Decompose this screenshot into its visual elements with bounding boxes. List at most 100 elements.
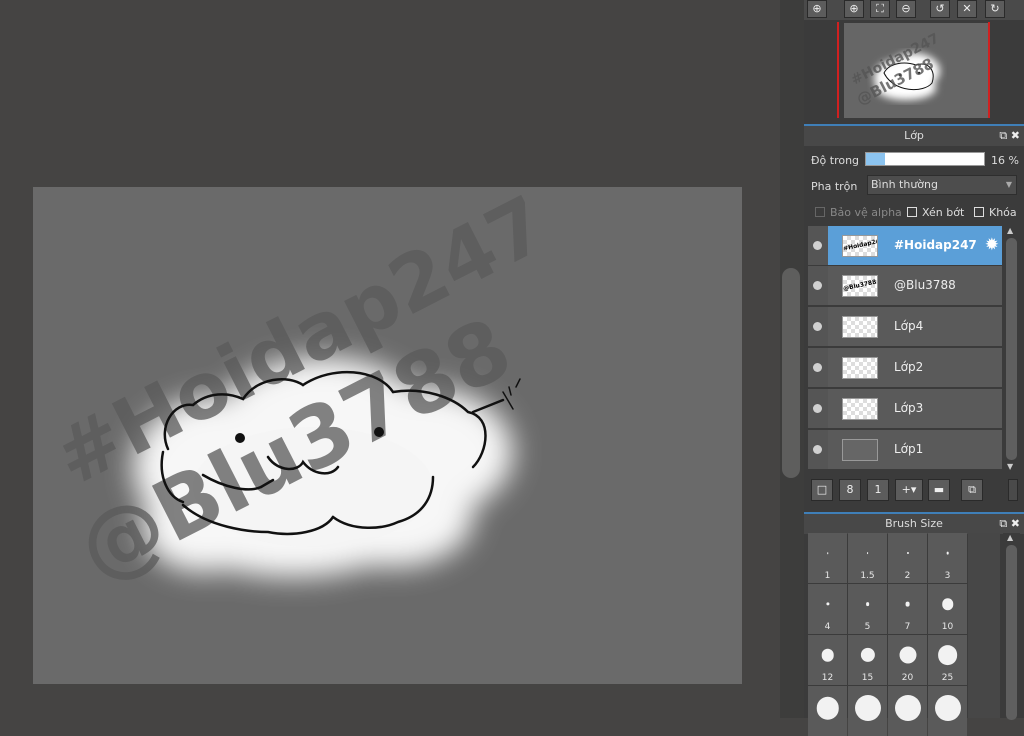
layer-name: Lớp4 [894,319,924,333]
fit-icon[interactable]: ⛶ [870,0,890,18]
right-panel: ⊕ ⊕ ⛶ ⊖ ↺ ✕ ↻ #Hoidap247 @Blu3788 Lớp ⧉ … [804,0,1024,736]
visibility-eye-icon[interactable] [813,445,822,454]
layer-row[interactable]: Lớp3 [808,389,1002,429]
protect-alpha-label: Bảo vệ alpha [830,206,902,219]
brush-size-cell[interactable]: 20 [888,635,927,685]
layer-thumbnail [842,316,878,338]
brush-size-cell[interactable]: 4 [808,584,847,634]
brush-size-cell[interactable] [928,686,967,736]
layer-visibility-cell [808,226,828,265]
zoom-in-icon[interactable]: ⊕ [807,0,827,18]
cloud-eye-left [235,433,245,443]
brush-size-cell[interactable] [888,686,927,736]
zoom-in-icon[interactable]: ⊕ [844,0,864,18]
gear-icon[interactable]: ✹ [985,235,999,255]
brush-size-label: 15 [861,673,874,683]
undock-icon[interactable]: ⧉ [999,129,1007,142]
layer-list-scroll-thumb[interactable] [1006,238,1017,460]
brush-dot-icon [865,602,870,606]
scroll-down-icon[interactable]: ▼ [1007,462,1013,471]
brush-size-label: 7 [904,622,911,632]
zoom-out-icon[interactable]: ⊖ [896,0,916,18]
rotate-right-icon[interactable]: ↻ [985,0,1005,18]
brush-dot-icon [905,601,910,607]
workspace-scroll-thumb[interactable] [782,268,800,478]
layer-visibility-cell [808,430,828,469]
drawing-canvas[interactable]: #Hoidap247 @Blu3788 [33,187,742,684]
brush-scroll-thumb[interactable] [1006,545,1017,720]
layer-row[interactable]: Lớp2 [808,348,1002,388]
layer-row[interactable]: Lớp4 [808,307,1002,347]
navigator-panel[interactable]: #Hoidap247 @Blu3788 [804,20,1024,120]
blend-mode-value: Bình thường [871,178,938,191]
brush-size-cell[interactable] [808,686,847,736]
brush-size-cell[interactable]: 1 [808,533,847,583]
new-1bit-layer-icon[interactable]: 1 [867,479,889,501]
brush-size-cell[interactable]: 25 [928,635,967,685]
layer-name: @Blu3788 [894,278,956,292]
layer-visibility-cell [808,307,828,346]
visibility-eye-icon[interactable] [813,322,822,331]
layer-name: Lớp1 [894,442,924,456]
navigator-view-frame[interactable] [837,22,990,118]
layer-row[interactable]: #Hoidap247 #Hoidap247 ✹ [808,226,1002,266]
visibility-eye-icon[interactable] [813,281,822,290]
new-layer-icon[interactable]: □ [811,479,833,501]
opacity-slider[interactable] [865,152,985,166]
toolbar-scroll-handle[interactable] [1008,479,1018,501]
brush-size-cell[interactable]: 7 [888,584,927,634]
brush-size-label: 2 [904,571,911,581]
opacity-label: Độ trong [811,154,860,167]
layer-panel-title: Lớp [904,129,924,142]
layer-name: #Hoidap247 [894,238,977,252]
brush-size-label: 4 [824,622,831,632]
layer-name: Lớp3 [894,401,924,415]
folder-icon[interactable]: ▬ [928,479,950,501]
brush-size-cell[interactable]: 3 [928,533,967,583]
brush-grid-empty-area [968,533,1000,718]
visibility-eye-icon[interactable] [813,241,822,250]
scroll-up-icon[interactable]: ▲ [1007,226,1013,235]
workspace[interactable]: #Hoidap247 @Blu3788 [0,0,780,718]
brush-size-cell[interactable]: 5 [848,584,887,634]
brush-size-label: 20 [901,673,914,683]
layer-list-scrollbar[interactable]: ▲ ▼ [1003,226,1020,471]
brush-size-cell[interactable]: 1.5 [848,533,887,583]
brush-dot-icon [946,551,949,555]
visibility-eye-icon[interactable] [813,404,822,413]
reset-icon[interactable]: ✕ [957,0,977,18]
add-layer-menu-icon[interactable]: +▾ [895,479,923,501]
brush-dot-icon [825,602,830,606]
duplicate-layer-icon[interactable]: ⧉ [961,479,983,501]
layer-row[interactable]: @Blu3788 @Blu3788 [808,266,1002,306]
navigator-toolbar: ⊕ ⊕ ⛶ ⊖ ↺ ✕ ↻ [804,0,1024,20]
brush-size-cell[interactable]: 12 [808,635,847,685]
brush-dot-icon [894,695,921,721]
brush-dot-icon [826,552,829,554]
brush-size-title: Brush Size [885,517,943,530]
lock-checkbox[interactable] [974,207,984,217]
brush-dot-icon [937,645,958,665]
scroll-up-icon[interactable]: ▲ [1007,533,1013,542]
close-icon[interactable]: ✖ [1011,517,1020,530]
new-8bit-layer-icon[interactable]: 8 [839,479,861,501]
brush-size-cell[interactable] [848,686,887,736]
close-icon[interactable]: ✖ [1011,129,1020,142]
visibility-eye-icon[interactable] [813,363,822,372]
rotate-left-icon[interactable]: ↺ [930,0,950,18]
blend-mode-select[interactable]: Bình thường ▼ [867,175,1017,195]
layer-row[interactable]: Lớp1 [808,430,1002,470]
clipping-checkbox[interactable] [907,207,917,217]
brush-size-panel-header: Brush Size ⧉ ✖ [804,512,1024,534]
brush-size-label: 3 [944,571,951,581]
brush-size-cell[interactable]: 2 [888,533,927,583]
workspace-vertical-scrollbar[interactable] [780,0,804,718]
brush-size-cell[interactable]: 15 [848,635,887,685]
layer-visibility-cell [808,348,828,387]
protect-alpha-checkbox[interactable] [815,207,825,217]
brush-size-scrollbar[interactable]: ▲ [1003,533,1020,720]
brush-size-label: 1 [824,571,831,581]
brush-size-cell[interactable]: 10 [928,584,967,634]
layer-thumbnail [842,439,878,461]
undock-icon[interactable]: ⧉ [999,517,1007,530]
